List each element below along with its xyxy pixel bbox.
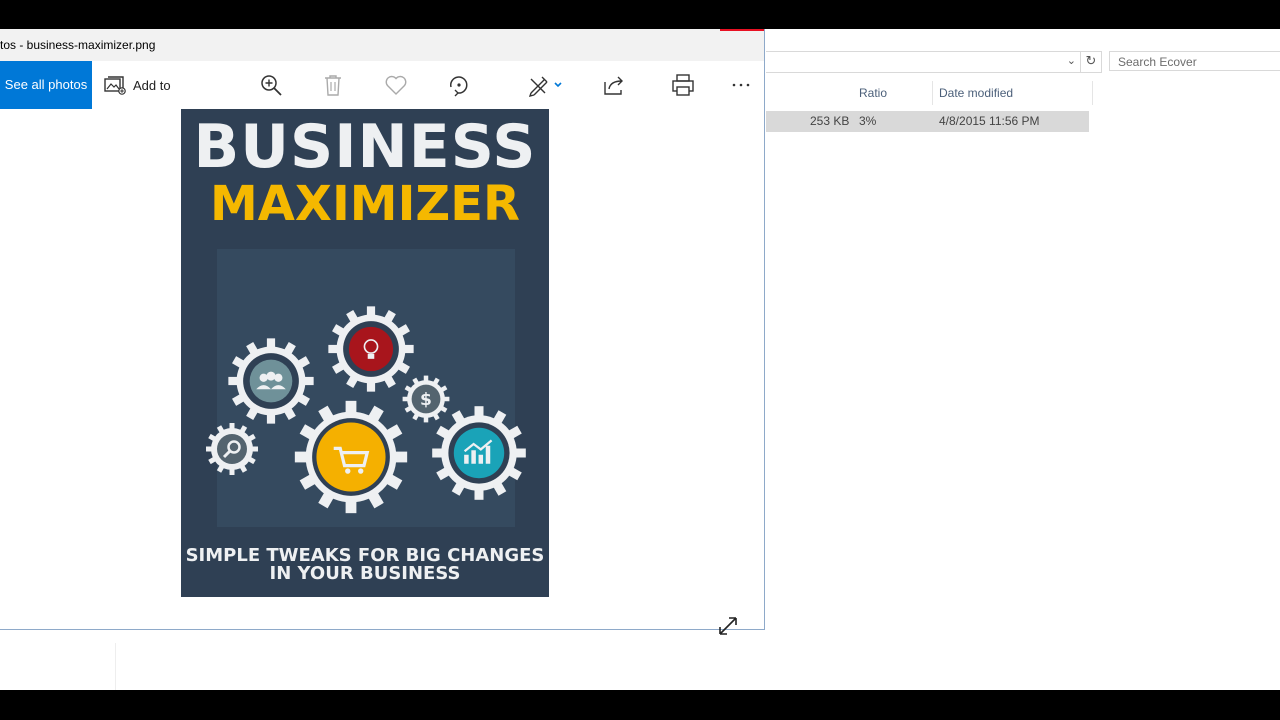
file-row[interactable]: 253 KB 3% 4/8/2015 11:56 PM <box>766 111 1089 132</box>
refresh-icon[interactable]: ↻ <box>1080 51 1102 73</box>
file-date-modified: 4/8/2015 11:56 PM <box>939 114 1040 128</box>
cart-gear <box>294 400 408 514</box>
lightbulb-gear <box>328 306 414 392</box>
edit-create-icon[interactable] <box>527 73 567 97</box>
search-input[interactable]: Search Ecover <box>1109 51 1280 71</box>
add-to-label: Add to <box>133 77 171 93</box>
close-button-accent <box>720 29 764 31</box>
column-header-date-modified[interactable]: Date modified <box>933 81 1093 105</box>
rotate-icon[interactable] <box>446 73 470 97</box>
window-title: tos - business-maximizer.png <box>0 38 156 52</box>
photos-window: tos - business-maximizer.png See all pho… <box>0 29 765 635</box>
dollar-symbol: $ <box>420 390 432 410</box>
divider <box>115 643 116 690</box>
heart-icon[interactable] <box>384 73 408 97</box>
print-icon[interactable] <box>671 73 695 97</box>
see-all-photos-button[interactable]: See all photos <box>0 61 92 109</box>
add-to-button[interactable]: Add to <box>104 61 171 109</box>
ebook-cover-image: BUSINESS MAXIMIZER $ SIMPLE TWEAKS FOR B… <box>181 109 549 597</box>
chart-gear <box>432 406 526 500</box>
search-gear <box>206 423 258 475</box>
desktop: ⌄ ↻ Search Ecover Ratio Date modified 25… <box>0 29 1280 690</box>
cover-tagline-line2: IN YOUR BUSINESS <box>269 563 461 584</box>
file-ratio: 3% <box>859 114 877 128</box>
trash-icon[interactable] <box>321 73 345 97</box>
gears-illustration: $ <box>206 306 526 514</box>
add-to-icon <box>104 76 126 95</box>
share-icon[interactable] <box>602 73 626 97</box>
image-viewer[interactable]: BUSINESS MAXIMIZER $ SIMPLE TWEAKS FOR B… <box>0 109 764 635</box>
file-size: 253 KB <box>810 114 850 128</box>
cover-tagline: SIMPLE TWEAKS FOR BIG CHANGES IN YOUR BU… <box>181 547 549 583</box>
people-gear <box>228 338 314 424</box>
expand-icon[interactable] <box>716 614 740 638</box>
toolbar: See all photos Add to <box>0 61 764 109</box>
address-bar[interactable]: ⌄ <box>766 51 1081 73</box>
title-bar[interactable]: tos - business-maximizer.png <box>0 29 764 61</box>
column-header-ratio[interactable]: Ratio <box>853 81 933 105</box>
dollar-gear: $ <box>402 375 450 423</box>
more-icon[interactable] <box>729 73 753 97</box>
zoom-in-icon[interactable] <box>259 73 283 97</box>
chevron-down-icon[interactable]: ⌄ <box>1067 54 1076 67</box>
